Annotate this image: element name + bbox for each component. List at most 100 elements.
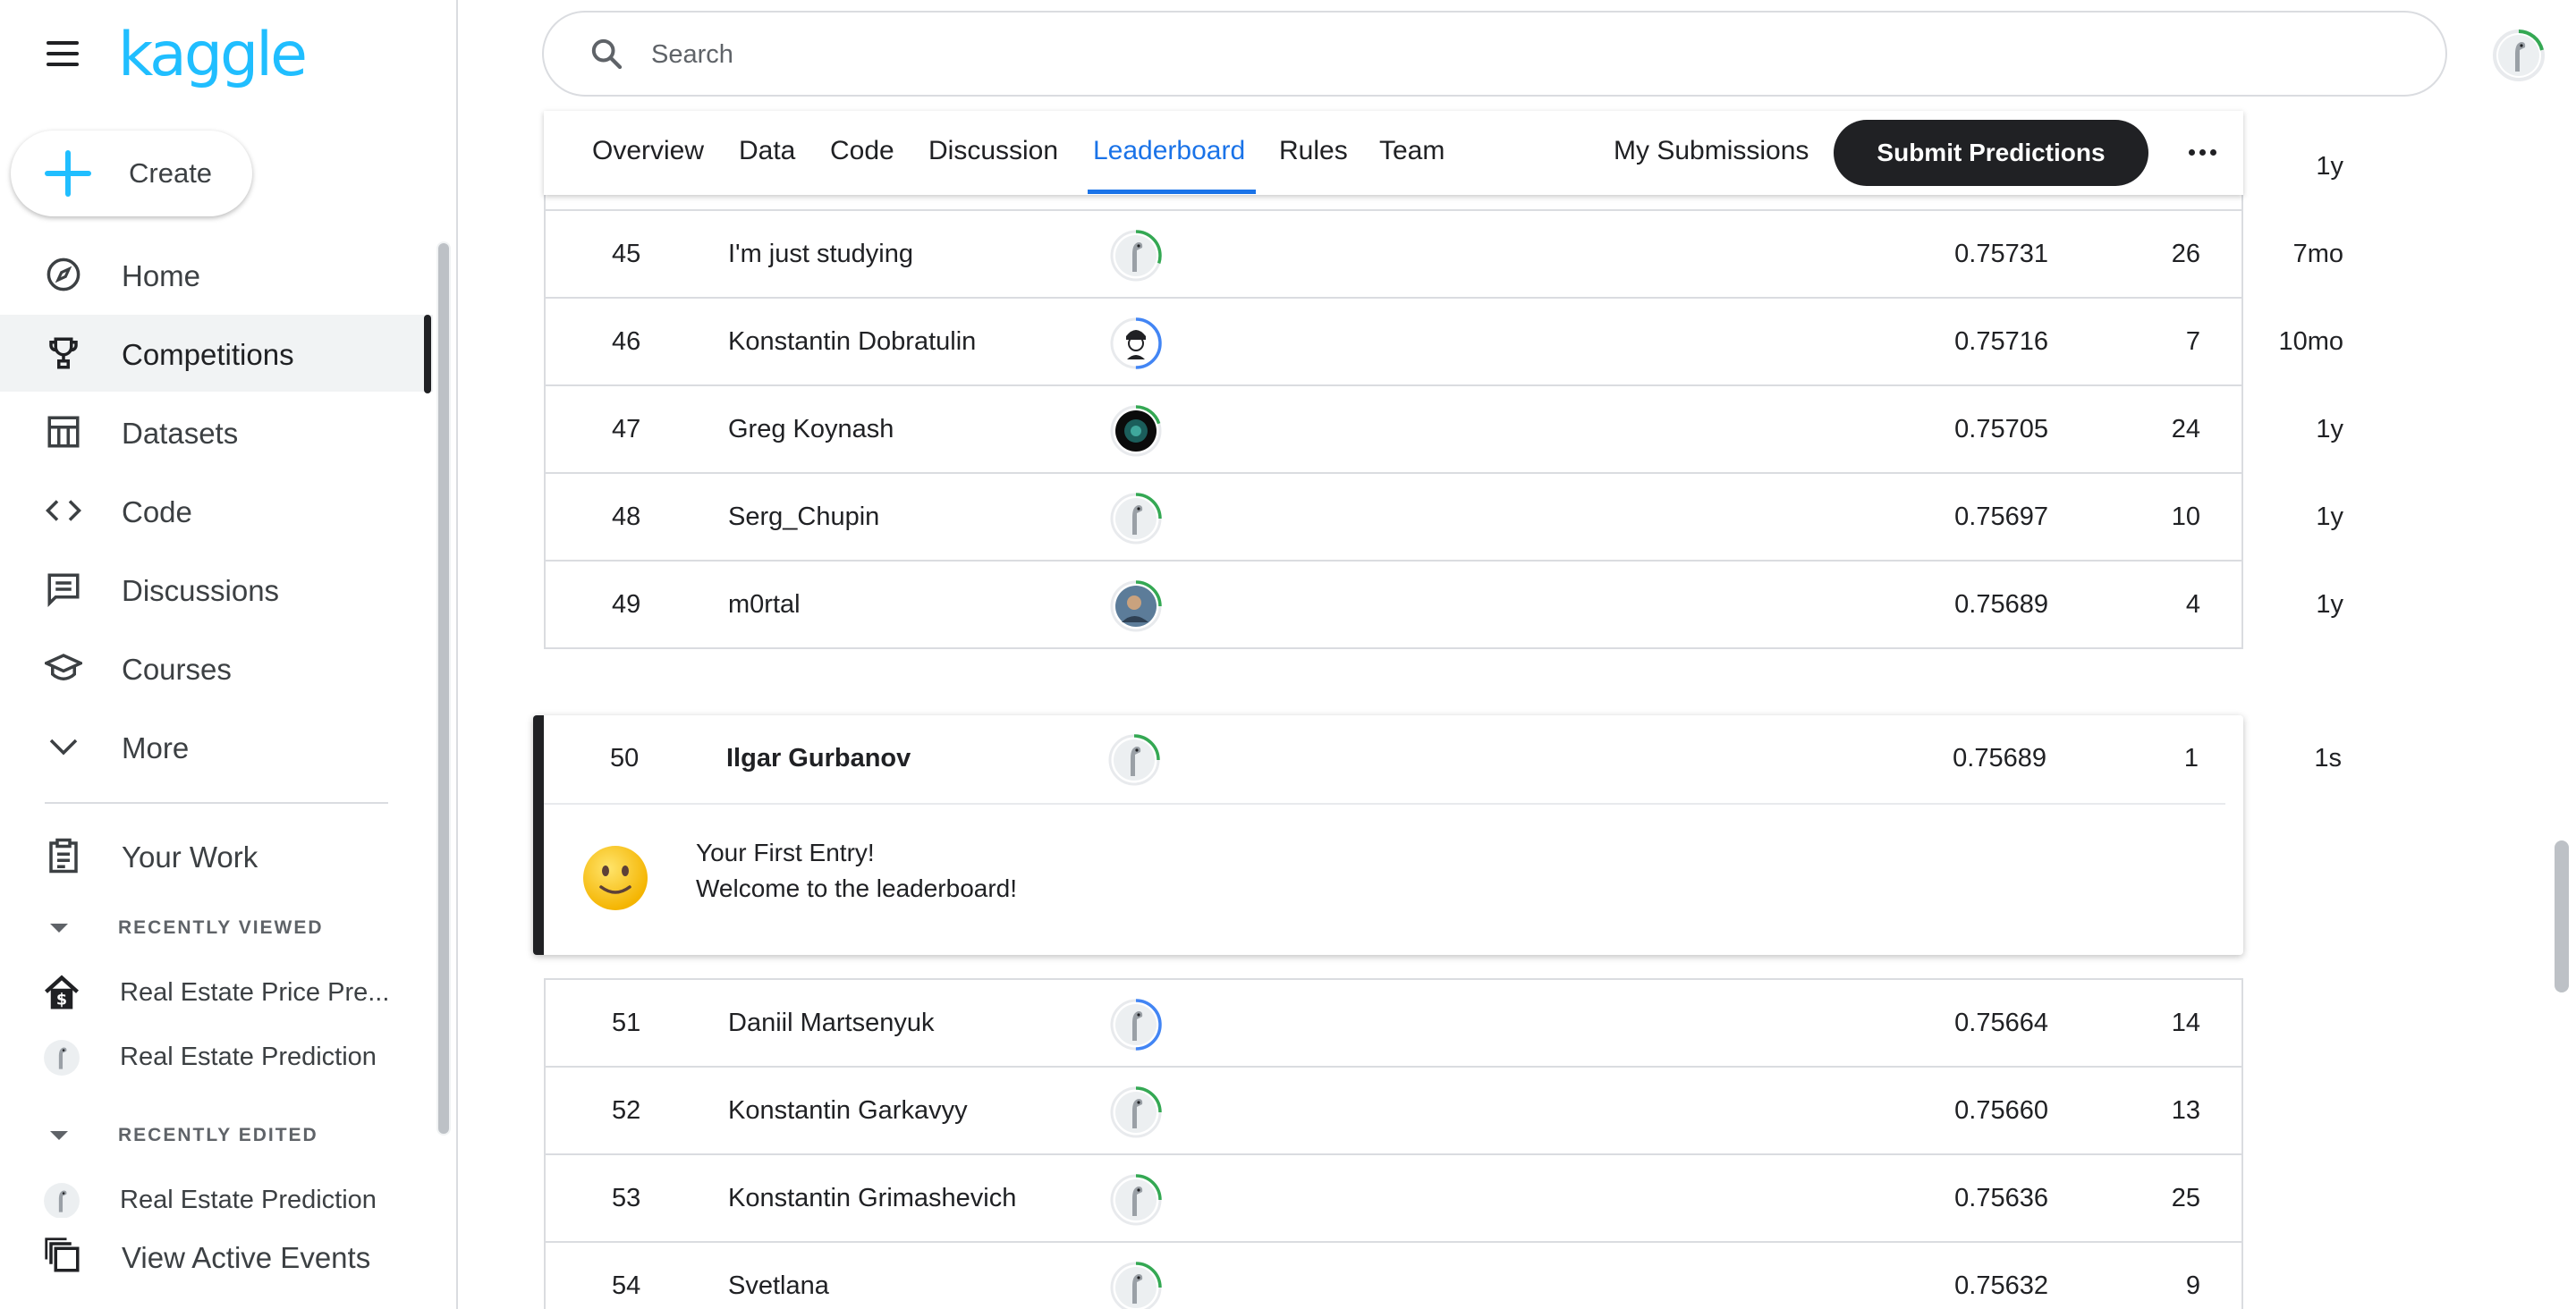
recently-viewed-header[interactable]: RECENTLY VIEWED xyxy=(50,917,324,939)
sidebar-scrollbar[interactable] xyxy=(436,241,451,1136)
leaderboard-row[interactable]: 53 Konstantin Grimashevich 0.75636 25 2Y xyxy=(546,1155,2241,1243)
kaggle-goose-icon xyxy=(43,1039,80,1077)
team-name[interactable]: m0rtal xyxy=(728,562,801,647)
sidebar-item-label: Home xyxy=(122,259,201,292)
team-avatar[interactable] xyxy=(1109,579,1163,633)
last-submission: 1y xyxy=(2316,590,2343,619)
last-submission: 7mo xyxy=(2292,240,2343,268)
leaderboard-row[interactable]: 46 Konstantin Dobratulin 0.75716 7 10mo xyxy=(546,299,2343,386)
team-name[interactable]: Ilgar Gurbanov xyxy=(726,715,911,801)
team-name[interactable]: Daniil Martsenyuk xyxy=(728,980,934,1066)
rank: 49 xyxy=(612,590,641,619)
tab-overview[interactable]: Overview xyxy=(592,136,704,166)
team-avatar[interactable] xyxy=(1109,492,1163,545)
team-name[interactable]: I'm just studying xyxy=(728,211,913,297)
user-avatar[interactable] xyxy=(2492,29,2546,82)
menu-icon[interactable] xyxy=(45,39,80,68)
plus-icon xyxy=(45,150,91,197)
entries: 7 xyxy=(2185,327,2200,356)
view-active-events-label: View Active Events xyxy=(122,1241,371,1274)
recently-viewed-label: RECENTLY VIEWED xyxy=(118,917,324,938)
leaderboard-row[interactable]: 48 Serg_Chupin 0.75697 10 1y xyxy=(546,474,2343,562)
leaderboard-row[interactable]: 54 Svetlana 0.75632 9 5mo xyxy=(546,1243,2241,1309)
my-entry-card: 50 Ilgar Gurbanov 0.75689 1 1s Your Firs… xyxy=(533,715,2342,955)
tab-code[interactable]: Code xyxy=(830,136,894,166)
sidebar-item-competitions[interactable]: Competitions xyxy=(0,315,433,392)
entries: 26 xyxy=(2171,240,2200,268)
events-icon xyxy=(45,1237,82,1275)
last-submission: 5mo xyxy=(2227,1243,2241,1309)
team-avatar[interactable] xyxy=(1109,229,1163,283)
last-submission: 1y xyxy=(2316,415,2343,443)
sidebar-item-more[interactable]: More xyxy=(0,708,433,785)
tab-rules[interactable]: Rules xyxy=(1279,136,1348,166)
view-active-events-button[interactable]: View Active Events xyxy=(0,1218,433,1295)
score: 0.75660 xyxy=(1954,1096,2048,1125)
last-submission: 5mo xyxy=(2227,1068,2241,1153)
leaderboard-row[interactable]: 52 Konstantin Garkavyy 0.75660 13 5mo xyxy=(546,1068,2241,1155)
tab-data[interactable]: Data xyxy=(739,136,795,166)
team-name[interactable]: Greg Koynash xyxy=(728,386,894,472)
sidebar-item-home[interactable]: Home xyxy=(0,236,433,313)
house-dollar-icon: $ xyxy=(43,975,80,1012)
tab-leaderboard[interactable]: Leaderboard xyxy=(1093,136,1245,166)
my-submissions-link[interactable]: My Submissions xyxy=(1614,136,1809,166)
score: 0.75636 xyxy=(1954,1184,2048,1212)
sidebar-item-label: Code xyxy=(122,495,192,528)
team-avatar[interactable] xyxy=(1109,998,1163,1051)
recent-item-label: Real Estate Price Pre... xyxy=(120,978,390,1007)
tab-team[interactable]: Team xyxy=(1379,136,1445,166)
leaderboard-row[interactable]: 45 I'm just studying 0.75731 26 7mo xyxy=(546,211,2343,299)
create-button[interactable]: Create xyxy=(11,131,252,216)
search-input[interactable] xyxy=(651,32,2351,77)
kaggle-goose-icon xyxy=(43,1182,80,1220)
recent-item-real-estate-price[interactable]: $ Real Estate Price Pre... xyxy=(0,964,429,1019)
team-avatar[interactable] xyxy=(1107,733,1161,787)
team-avatar[interactable] xyxy=(1109,1173,1163,1227)
caret-down-icon xyxy=(50,1131,68,1141)
sidebar-item-datasets[interactable]: Datasets xyxy=(0,393,433,470)
my-entry-row[interactable]: 50 Ilgar Gurbanov 0.75689 1 1s xyxy=(544,715,2342,803)
recent-item-real-estate-prediction[interactable]: Real Estate Prediction xyxy=(0,1028,429,1084)
sidebar-item-label: Courses xyxy=(122,653,232,686)
message-line-1: Your First Entry! xyxy=(696,839,875,866)
team-name[interactable]: Konstantin Dobratulin xyxy=(728,299,976,384)
team-avatar[interactable] xyxy=(1109,404,1163,458)
recent-item-label: Real Estate Prediction xyxy=(120,1043,377,1071)
page-scrollbar-thumb[interactable] xyxy=(2555,840,2569,992)
sidebar-item-label: Datasets xyxy=(122,417,239,450)
score: 0.75632 xyxy=(1954,1271,2048,1300)
team-avatar[interactable] xyxy=(1109,1261,1163,1309)
score: 0.75664 xyxy=(1954,1009,2048,1037)
first-entry-message: Your First Entry! Welcome to the leaderb… xyxy=(696,835,1017,907)
team-name[interactable]: Serg_Chupin xyxy=(728,474,879,560)
leaderboard-row[interactable]: 47 Greg Koynash 0.75705 24 1y xyxy=(546,386,2343,474)
team-avatar[interactable] xyxy=(1109,1085,1163,1139)
leaderboard-row[interactable]: 51 Daniil Martsenyuk 0.75664 14 1y xyxy=(546,980,2241,1068)
search-bar[interactable] xyxy=(542,11,2447,97)
sidebar-item-courses[interactable]: Courses xyxy=(0,629,433,706)
tab-discussion[interactable]: Discussion xyxy=(928,136,1058,166)
leaderboard-row[interactable]: 49 m0rtal 0.75689 4 1y xyxy=(546,562,2343,649)
sidebar-item-discussions[interactable]: Discussions xyxy=(0,551,433,628)
sidebar-scrollbar-thumb[interactable] xyxy=(438,243,449,1134)
team-name[interactable]: Konstantin Grimashevich xyxy=(728,1155,1016,1241)
recently-edited-header[interactable]: RECENTLY EDITED xyxy=(50,1125,318,1146)
clipboard-icon xyxy=(45,837,82,874)
kaggle-logo[interactable]: kaggle xyxy=(118,20,308,90)
team-avatar[interactable] xyxy=(1109,317,1163,370)
submit-predictions-button[interactable]: Submit Predictions xyxy=(1834,120,2148,186)
team-name[interactable]: Konstantin Garkavyy xyxy=(728,1068,968,1153)
rank: 46 xyxy=(612,327,641,356)
sidebar-item-label: Discussions xyxy=(122,574,280,607)
team-name[interactable]: Svetlana xyxy=(728,1243,829,1309)
rank: 50 xyxy=(610,744,640,773)
more-options-icon[interactable] xyxy=(2182,132,2222,172)
divider xyxy=(544,803,2225,805)
sidebar-item-label: Your Work xyxy=(122,840,258,874)
sidebar: kaggle Create Home Competitions Datasets… xyxy=(0,0,458,1309)
sidebar-item-code[interactable]: Code xyxy=(0,472,433,549)
sidebar-item-your-work[interactable]: Your Work xyxy=(0,817,433,894)
recent-item-label: Real Estate Prediction xyxy=(120,1186,377,1214)
active-tab-underline xyxy=(1088,190,1256,194)
